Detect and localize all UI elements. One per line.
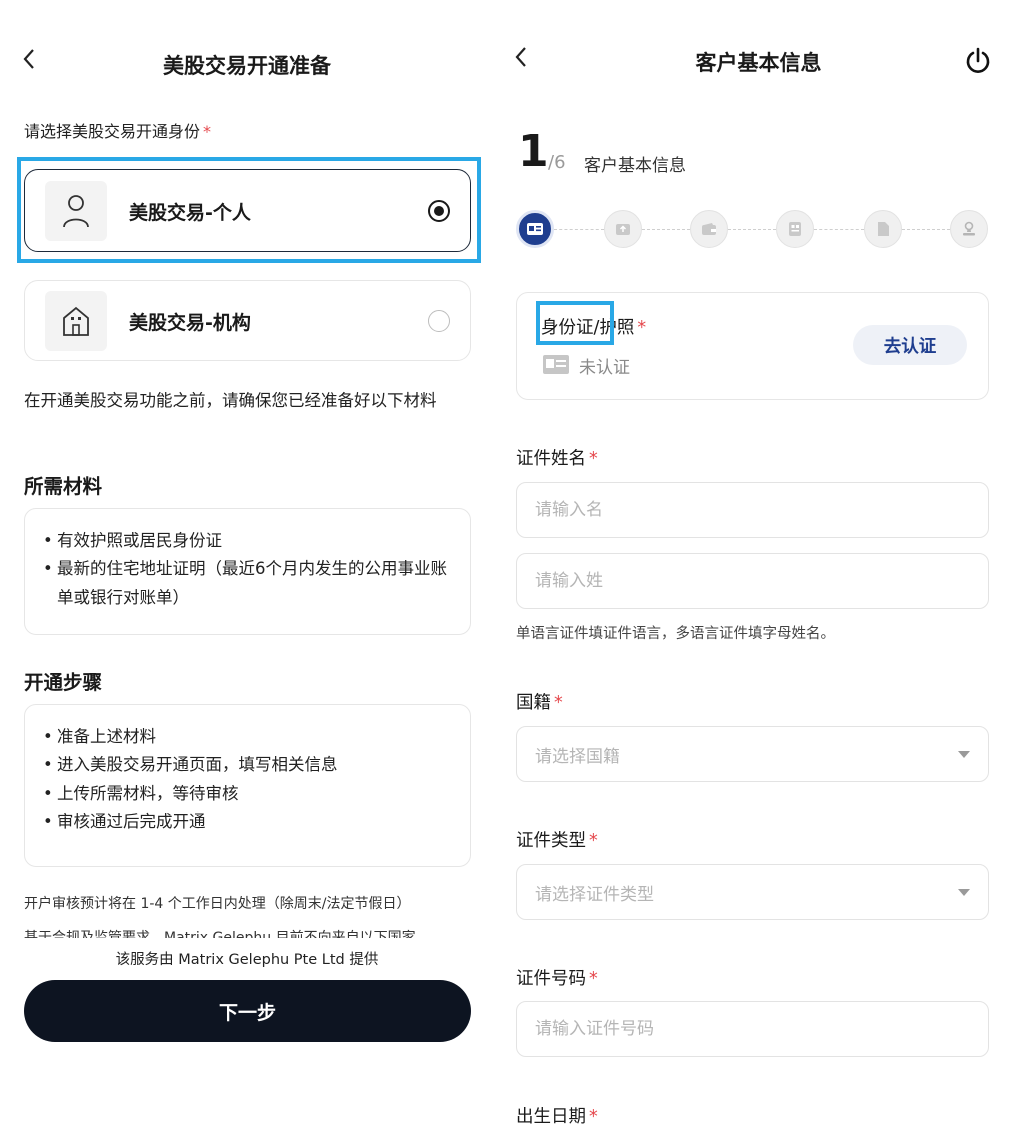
- first-name-input[interactable]: [516, 482, 989, 538]
- left-screen: 美股交易开通准备 请选择美股交易开通身份 * 美股交易-个人 美股交易-机构 在开…: [0, 0, 494, 1142]
- label-text: 国籍: [516, 693, 551, 713]
- required-mark: *: [554, 693, 563, 713]
- stamp-icon: [963, 221, 975, 236]
- label-text: 证件姓名: [516, 449, 586, 469]
- right-screen: 客户基本信息 1 /6 客户基本信息 身份证/护照 * 未认证 去认证 证件姓名…: [494, 0, 1023, 1142]
- upload-icon: [616, 224, 630, 235]
- step-3: [690, 210, 728, 248]
- nationality-select[interactable]: 请选择国籍: [516, 726, 989, 782]
- compliance-note-clipped: 基于合规及监管要求，Matrix Gelephu 目前不向来自以下国家: [24, 930, 416, 938]
- id-type-select[interactable]: 请选择证件类型: [516, 864, 989, 920]
- required-mark: *: [589, 831, 598, 851]
- caret-down-icon: [958, 889, 970, 896]
- identity-question-label: 请选择美股交易开通身份 *: [24, 118, 211, 142]
- steps-card: 准备上述材料 进入美股交易开通页面，填写相关信息 上传所需材料，等待审核 审核通…: [24, 704, 471, 867]
- option-label: 美股交易-个人: [129, 202, 251, 224]
- step-5: [864, 210, 902, 248]
- label-text: 出生日期: [516, 1107, 586, 1127]
- select-placeholder: 请选择证件类型: [535, 885, 654, 905]
- option-individual[interactable]: 美股交易-个人: [24, 169, 471, 252]
- step-connector: [902, 229, 950, 230]
- required-mark: *: [203, 122, 212, 141]
- radio-selected[interactable]: [428, 200, 450, 222]
- id-card-icon: [527, 223, 543, 235]
- required-mark: *: [637, 318, 647, 338]
- radio-unselected[interactable]: [428, 310, 450, 332]
- document-icon: [877, 222, 889, 236]
- id-type-label: 证件类型 *: [516, 827, 598, 852]
- option-icon-box: [45, 291, 107, 351]
- list-item: 上传所需材料，等待审核: [43, 780, 452, 809]
- option-institution[interactable]: 美股交易-机构: [24, 280, 471, 361]
- list-item: 准备上述材料: [43, 723, 452, 752]
- verification-status: 未认证: [579, 358, 630, 378]
- wallet-icon: [702, 223, 716, 235]
- caret-down-icon: [958, 751, 970, 758]
- id-card-icon: [543, 355, 569, 374]
- building-icon: [63, 306, 89, 336]
- page-title: 客户基本信息: [695, 51, 822, 75]
- step-name: 客户基本信息: [584, 156, 686, 176]
- power-icon[interactable]: [964, 47, 992, 75]
- step-4: [776, 210, 814, 248]
- step-1: [516, 210, 554, 248]
- question-text: 请选择美股交易开通身份: [24, 122, 201, 141]
- list-item: 审核通过后完成开通: [43, 808, 452, 837]
- last-name-input[interactable]: [516, 553, 989, 609]
- intro-text: 在开通美股交易功能之前，请确保您已经准备好以下材料: [24, 391, 437, 410]
- step-current: 1: [518, 126, 549, 177]
- list-item: 进入美股交易开通页面，填写相关信息: [43, 751, 452, 780]
- progress-stepper: [516, 210, 992, 250]
- step-6: [950, 210, 988, 248]
- step-connector: [728, 229, 776, 230]
- verify-button[interactable]: 去认证: [853, 325, 967, 365]
- materials-card: 有效护照或居民身份证 最新的住宅地址证明（最近6个月内发生的公用事业账单或银行对…: [24, 508, 471, 635]
- required-mark: *: [589, 1107, 598, 1127]
- step-2: [604, 210, 642, 248]
- steps-title: 开通步骤: [24, 671, 103, 694]
- review-time-note: 开户审核预计将在 1-4 个工作日内处理（除周末/法定节假日）: [24, 896, 411, 912]
- step-total: /6: [548, 152, 566, 173]
- person-icon: [63, 195, 89, 228]
- option-icon-box: [45, 181, 107, 241]
- list-item: 最新的住宅地址证明（最近6个月内发生的公用事业账单或银行对账单）: [43, 555, 452, 612]
- provider-note: 该服务由 Matrix Gelephu Pte Ltd 提供: [115, 952, 379, 968]
- materials-title: 所需材料: [24, 475, 103, 498]
- name-hint: 单语言证件填证件语言，多语言证件填字母姓名。: [516, 626, 835, 642]
- step-connector: [554, 229, 604, 230]
- name-label: 证件姓名 *: [516, 445, 598, 470]
- form-icon: [789, 222, 801, 236]
- id-title-highlight: [536, 301, 614, 345]
- label-text: 证件号码: [516, 969, 586, 989]
- step-connector: [814, 229, 864, 230]
- list-item: 有效护照或居民身份证: [43, 527, 452, 556]
- select-placeholder: 请选择国籍: [535, 747, 620, 767]
- required-mark: *: [589, 449, 598, 469]
- dob-label: 出生日期 *: [516, 1103, 598, 1128]
- label-text: 证件类型: [516, 831, 586, 851]
- nationality-label: 国籍 *: [516, 689, 563, 714]
- id-number-input[interactable]: [516, 1001, 989, 1057]
- step-connector: [642, 229, 690, 230]
- page-title: 美股交易开通准备: [163, 54, 331, 78]
- id-number-label: 证件号码 *: [516, 965, 598, 990]
- required-mark: *: [589, 969, 598, 989]
- next-button[interactable]: 下一步: [24, 980, 471, 1042]
- option-label: 美股交易-机构: [129, 312, 251, 334]
